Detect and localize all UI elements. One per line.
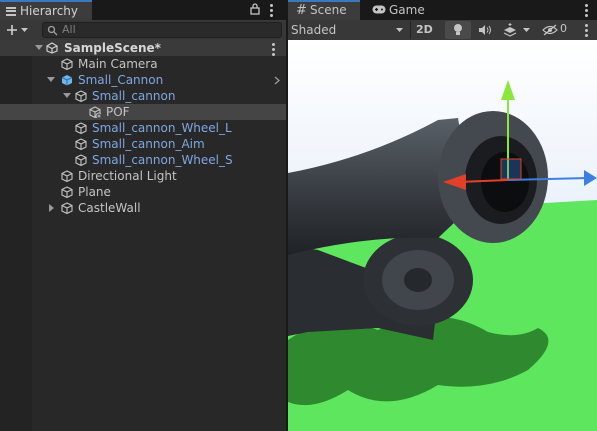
scene-render [288,40,597,431]
chevron-down-icon [523,28,530,32]
chevron-right-icon[interactable] [274,76,280,85]
gameobject-icon [75,154,87,166]
hierarchy-title: Hierarchy [20,4,79,18]
list-item-label: Main Camera [78,57,158,71]
2d-toggle-button[interactable]: 2D [416,22,438,38]
2d-label: 2D [416,23,433,36]
gameobject-icon [75,90,87,102]
gameobject-added-icon [89,106,101,118]
lightbulb-icon [454,24,462,35]
list-item[interactable]: Main Camera [32,56,286,72]
unity-scene-icon [46,42,58,54]
gameobject-icon [61,170,73,182]
gameobject-icon [61,186,73,198]
list-item-label: CastleWall [78,201,141,215]
chevron-down-icon [396,28,403,32]
gameobject-icon [75,122,87,134]
search-icon [47,25,58,36]
tab-scene[interactable]: # Scene [288,0,360,20]
hidden-count: 0 [560,22,567,35]
effects-dropdown[interactable] [499,21,535,39]
scene-options-icon[interactable] [585,24,588,39]
expand-arrow-icon[interactable] [63,93,71,98]
tab-hierarchy[interactable]: Hierarchy [0,0,92,20]
search-input[interactable]: All [42,22,282,38]
lock-icon[interactable] [250,3,260,15]
scene-name: SampleScene* [64,41,161,55]
tab-game-label: Game [389,3,425,17]
list-item-selected[interactable]: POF [0,104,286,120]
list-item-label: Small_cannon_Wheel_S [92,153,233,167]
audio-toggle-button[interactable] [473,21,497,39]
gamepad-icon [372,5,386,14]
list-item-label: Small_cannon_Wheel_L [92,121,232,135]
gameobject-icon [61,202,73,214]
list-item-label: Small_cannon_Aim [92,137,205,151]
add-dropdown-button[interactable] [6,21,38,39]
list-item[interactable]: Small_cannon_Wheel_L [32,120,286,136]
more-icon[interactable] [270,4,273,19]
hidden-objects-toggle[interactable]: 0 [540,21,572,39]
effects-icon [503,23,517,37]
expand-arrow-icon[interactable] [47,77,55,82]
expand-arrow-icon[interactable] [49,204,54,212]
gameobject-icon [61,58,73,70]
tab-scene-label: Scene [310,3,347,17]
list-item-label: Directional Light [78,169,177,183]
list-item-label: Small_Cannon [78,73,164,87]
lighting-toggle-button[interactable] [445,21,471,39]
list-item-label: Small_cannon [92,89,176,103]
tab-game[interactable]: Game [366,0,426,20]
toolbar-separator [410,21,411,39]
shading-mode-label: Shaded [291,23,337,37]
gameobject-icon [75,138,87,150]
list-item-label: POF [106,105,130,119]
list-item[interactable]: Directional Light [32,168,286,184]
add-icon [7,25,17,35]
audio-icon [479,25,491,35]
prefab-icon [61,75,73,86]
list-item[interactable]: Plane [32,184,286,200]
list-item[interactable]: Small_Cannon [32,72,286,88]
list-item[interactable]: Small_cannon_Wheel_S [32,152,286,168]
hash-icon: # [296,3,307,18]
list-item[interactable]: Small_cannon [32,88,286,104]
visibility-icon [542,24,558,36]
list-item[interactable]: CastleWall [32,200,286,216]
tree-gutter [0,40,32,431]
chevron-down-icon [21,28,28,32]
more-icon[interactable] [585,4,588,19]
scene-row[interactable]: SampleScene* [0,40,286,56]
search-placeholder: All [62,23,76,36]
shading-mode-dropdown[interactable]: Shaded [291,22,409,38]
list-item-label: Plane [78,185,111,199]
menu-icon [6,6,16,16]
scene-viewport[interactable] [288,40,597,431]
list-item[interactable]: Small_cannon_Aim [32,136,286,152]
expand-arrow-icon[interactable] [35,45,43,50]
